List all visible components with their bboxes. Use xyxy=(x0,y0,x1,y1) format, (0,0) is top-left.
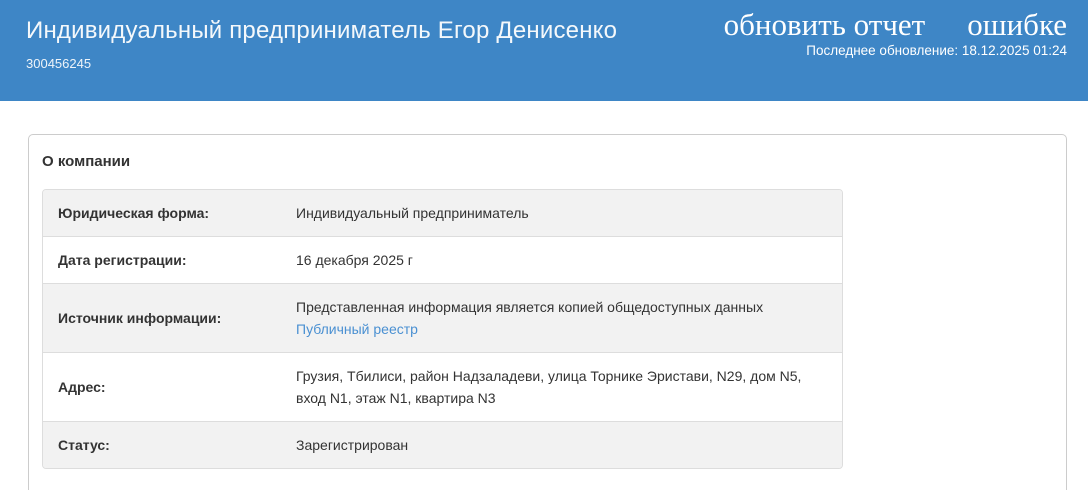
row-value: Индивидуальный предприниматель xyxy=(296,205,529,221)
page-title: Индивидуальный предприниматель Егор Дени… xyxy=(26,17,618,44)
row-value: Представленная информация является копие… xyxy=(296,299,764,315)
row-label: Статус: xyxy=(43,421,281,468)
row-label: Дата регистрации: xyxy=(43,236,281,284)
about-company-card: О компании Юридическая форма: Индивидуал… xyxy=(28,134,1067,490)
main-content: О компании Юридическая форма: Индивидуал… xyxy=(0,101,1088,490)
card-title: О компании xyxy=(42,153,131,170)
public-registry-link[interactable]: Публичный реестр xyxy=(296,318,827,340)
header-right: обновить отчет ошибке Последнее обновлен… xyxy=(724,0,1067,101)
header-links: обновить отчет ошибке xyxy=(724,8,1067,42)
table-row: Юридическая форма: Индивидуальный предпр… xyxy=(43,190,842,237)
row-value: Грузия, Тбилиси, район Надзаладеви, улиц… xyxy=(296,368,802,406)
table-row: Дата регистрации: 16 декабря 2025 г xyxy=(43,236,842,284)
refresh-report-link[interactable]: обновить отчет xyxy=(724,8,926,42)
row-label: Источник информации: xyxy=(43,283,281,353)
last-update-text: Последнее обновление: 18.12.2025 01:24 xyxy=(806,43,1067,58)
row-label: Юридическая форма: xyxy=(58,205,210,221)
company-info-table: Юридическая форма: Индивидуальный предпр… xyxy=(43,190,842,468)
row-label: Адрес: xyxy=(43,352,281,422)
company-info-table-body: Юридическая форма: Индивидуальный предпр… xyxy=(43,190,842,468)
company-info-table-wrap: Юридическая форма: Индивидуальный предпр… xyxy=(42,189,843,469)
company-id: 300456245 xyxy=(26,56,92,71)
table-row: Статус: Зарегистрирован xyxy=(43,421,842,468)
table-row: Источник информации: Представленная инфо… xyxy=(43,283,842,353)
page-header: Индивидуальный предприниматель Егор Дени… xyxy=(0,0,1088,101)
row-value: Зарегистрирован xyxy=(296,437,409,453)
table-row: Адрес: Грузия, Тбилиси, район Надзаладев… xyxy=(43,352,842,422)
report-error-link[interactable]: ошибке xyxy=(967,8,1067,42)
row-value: 16 декабря 2025 г xyxy=(296,252,413,268)
header-left: Индивидуальный предприниматель Егор Дени… xyxy=(26,0,617,101)
